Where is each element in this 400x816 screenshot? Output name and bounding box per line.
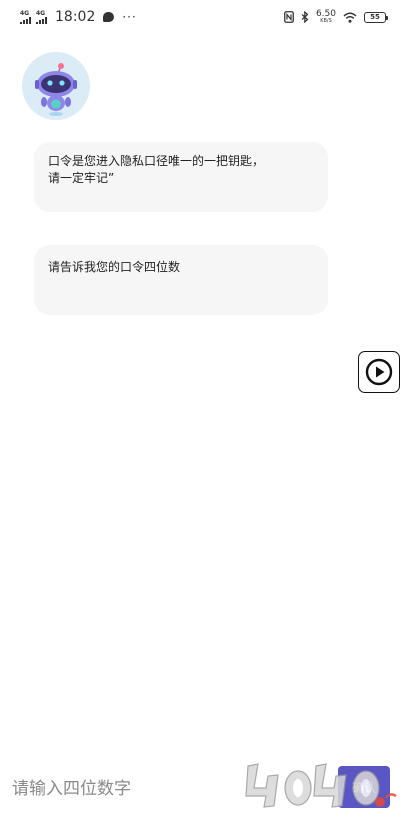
pin-input[interactable] xyxy=(0,769,320,809)
nfc-icon xyxy=(284,11,294,23)
network-speed-unit: KB/S xyxy=(320,18,332,24)
battery-level: 55 xyxy=(370,13,380,21)
robot-icon xyxy=(35,63,77,116)
signal-icon-sim1: 4G xyxy=(20,10,31,24)
signal-icon-sim2: 4G xyxy=(36,10,47,24)
status-time: 18:02 xyxy=(55,9,96,25)
status-bar: 4G 4G 18:02 ··· 6.50 KB/S 55 xyxy=(0,0,400,34)
battery-icon: 55 xyxy=(364,11,388,23)
bot-message-text: 口令是您进入隐私口径唯一的一把钥匙， 请一定牢记” xyxy=(48,154,265,185)
confirm-button[interactable]: 确认 xyxy=(338,766,390,808)
message-notification-icon xyxy=(103,12,115,22)
input-bar: 确认 xyxy=(0,766,400,812)
play-icon xyxy=(365,358,393,386)
robot-avatar xyxy=(22,52,90,120)
network-speed: 6.50 KB/S xyxy=(316,10,336,24)
bluetooth-icon xyxy=(301,11,309,23)
more-notifications-icon: ··· xyxy=(122,10,137,24)
status-right: 6.50 KB/S 55 xyxy=(284,10,388,24)
bot-message-bubble: 口令是您进入隐私口径唯一的一把钥匙， 请一定牢记” xyxy=(34,142,328,212)
bot-message-text: 请告诉我您的口令四位数 xyxy=(48,260,181,274)
play-button[interactable] xyxy=(358,351,400,393)
bot-message-bubble: 请告诉我您的口令四位数 xyxy=(34,245,328,315)
wifi-icon xyxy=(343,12,357,23)
status-left: 4G 4G 18:02 ··· xyxy=(20,9,137,25)
